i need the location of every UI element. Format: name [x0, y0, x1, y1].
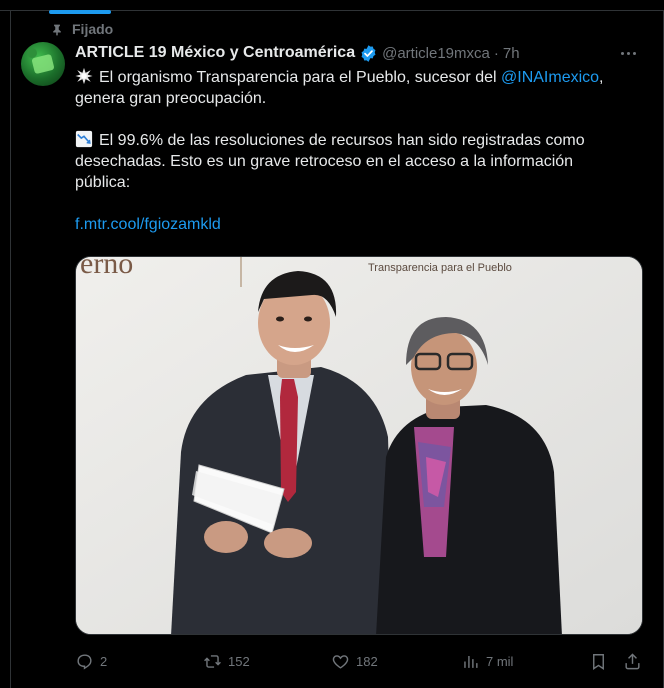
post-time[interactable]: 7h [503, 45, 520, 62]
tweet-header: ARTICLE 19 México y Centroamérica @artic… [75, 42, 648, 64]
repost-icon [204, 654, 221, 668]
views-button[interactable]: 7 mil [461, 650, 513, 672]
like-icon [332, 654, 349, 669]
tab-indicator [49, 10, 111, 14]
more-icon[interactable] [616, 44, 640, 62]
verified-badge-icon[interactable] [359, 44, 378, 63]
tweet-line-1: El organismo Transparencia para el Puebl… [99, 69, 501, 86]
author-name[interactable]: ARTICLE 19 México y Centroamérica [75, 44, 355, 62]
like-count: 182 [356, 653, 378, 669]
separator-dot: · [493, 44, 499, 62]
chart-decreasing-emoji-icon [75, 130, 93, 148]
collision-emoji-icon [75, 67, 93, 85]
pinned-text: Fijado [72, 21, 114, 37]
views-icon [464, 655, 478, 668]
repost-button[interactable]: 152 [203, 650, 250, 672]
share-icon [625, 652, 640, 669]
share-button[interactable] [623, 650, 642, 672]
mention-link[interactable]: @INAImexico [501, 69, 599, 86]
tweet-text: El organismo Transparencia para el Puebl… [75, 67, 635, 235]
reply-count: 2 [100, 653, 108, 669]
action-bar: 2 152 182 7 mil [75, 650, 645, 672]
banner-left-text: erno [80, 257, 133, 280]
tweet-line-3: El 99.6% de las resoluciones de recursos… [99, 132, 585, 149]
tweet-line-2: genera gran preocupación. [75, 90, 267, 107]
photo-press-event: erno Transparencia para el Pueblo [76, 257, 642, 634]
author-handle[interactable]: @article19mxca [382, 45, 490, 62]
repost-count: 152 [228, 653, 250, 669]
like-button[interactable]: 182 [331, 650, 378, 672]
tweet-photo[interactable]: erno Transparencia para el Pueblo [75, 256, 643, 635]
reply-button[interactable]: 2 [75, 650, 107, 672]
avatar[interactable] [21, 42, 65, 86]
bookmark-icon [593, 653, 604, 670]
views-count: 7 mil [486, 653, 514, 669]
reply-icon [77, 653, 92, 669]
tweet-line-4: desechadas. Esto es un grave retroceso e… [75, 153, 574, 170]
pinned-label-row: Fijado [50, 19, 113, 39]
tweet-line-5: pública: [75, 174, 131, 191]
pin-icon [53, 24, 61, 36]
bookmark-button[interactable] [589, 650, 608, 672]
banner-right-text: Transparencia para el Pueblo [368, 262, 512, 274]
tweet-link[interactable]: f.mtr.cool/fgiozamkld [75, 216, 221, 233]
